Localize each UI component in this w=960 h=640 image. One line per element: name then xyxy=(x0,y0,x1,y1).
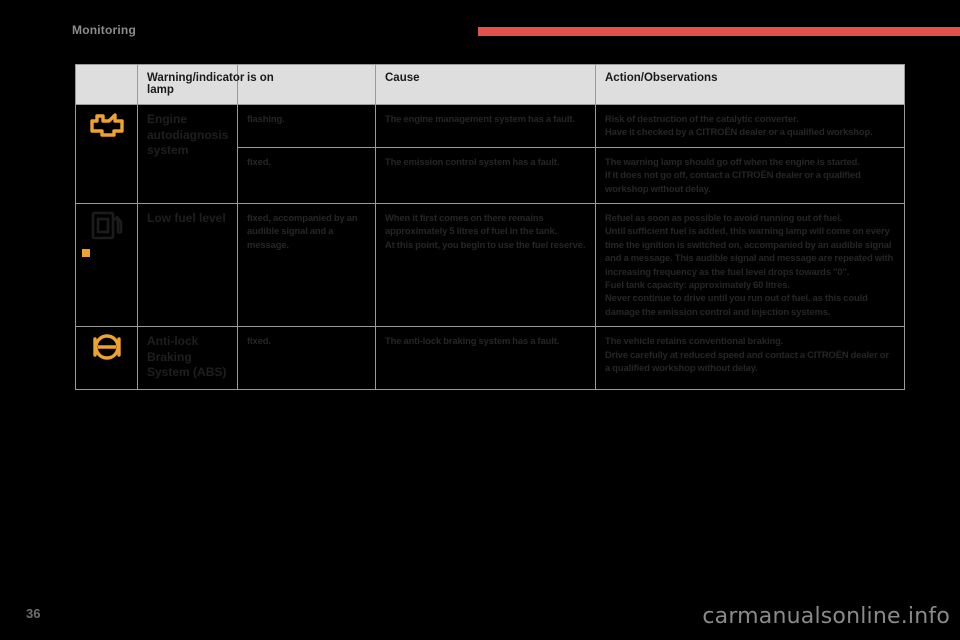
table-row: Engine autodiagnosis system flashing. Th… xyxy=(75,103,905,205)
is-on-text: fixed, accompanied by an audible signal … xyxy=(247,212,358,250)
action-text: Refuel as soon as possible to avoid runn… xyxy=(605,212,894,317)
is-on-text: flashing. xyxy=(247,113,285,124)
site-watermark: carmanualsonline.info xyxy=(702,604,950,629)
page-header: Monitoring xyxy=(0,0,960,56)
engine-check-icon xyxy=(89,112,124,142)
page-number: 36 xyxy=(26,606,41,621)
column-header-is-on: is on xyxy=(237,64,376,105)
action-cell: The vehicle retains conventional braking… xyxy=(595,326,905,390)
table-row: Anti-lock Braking System (ABS) fixed. Th… xyxy=(75,326,905,390)
section-title: Monitoring xyxy=(72,23,136,37)
lamp-name-cell: Low fuel level xyxy=(137,203,238,328)
abs-icon xyxy=(90,334,124,364)
header-accent-rule xyxy=(478,27,960,36)
cause-text: When it first comes on there remains app… xyxy=(385,212,586,250)
column-header-cause: Cause xyxy=(375,64,596,105)
cause-text: The anti-lock braking system has a fault… xyxy=(385,335,560,347)
is-on-cell: flashing. xyxy=(237,104,376,148)
cause-cell: The anti-lock braking system has a fault… xyxy=(375,326,596,390)
cause-text: The emission control system has a fault. xyxy=(385,155,560,167)
fuel-pump-icon xyxy=(81,211,124,258)
lamp-name-cell: Engine autodiagnosis system xyxy=(137,103,238,205)
table-header-row: Warning/indicator lamp is on Cause Actio… xyxy=(75,64,905,105)
is-on-text: fixed. xyxy=(247,155,271,167)
is-on-text: fixed. xyxy=(247,335,271,347)
column-header-symbol xyxy=(75,64,138,105)
is-on-cell: fixed, accompanied by an audible signal … xyxy=(237,203,376,328)
is-on-cell: fixed. xyxy=(237,326,376,390)
warning-lamp-table: Warning/indicator lamp is on Cause Actio… xyxy=(75,64,905,390)
lamp-symbol-cell xyxy=(75,103,138,205)
is-on-cell: fixed. xyxy=(237,146,376,205)
lamp-symbol-cell xyxy=(75,203,138,328)
cause-cell: The emission control system has a fault. xyxy=(375,146,596,205)
cause-cell: The engine management system has a fault… xyxy=(375,104,596,148)
cause-cell: When it first comes on there remains app… xyxy=(375,203,596,328)
action-text: The warning lamp should go off when the … xyxy=(605,155,861,194)
column-header-lamp: Warning/indicator lamp xyxy=(137,64,244,105)
table-row: Low fuel level fixed, accompanied by an … xyxy=(75,203,905,328)
action-text: The vehicle retains conventional braking… xyxy=(605,335,889,374)
lamp-symbol-cell xyxy=(75,326,138,390)
action-text: Risk of destruction of the catalytic con… xyxy=(605,113,873,138)
action-cell: Risk of destruction of the catalytic con… xyxy=(595,104,905,148)
cause-text: The engine management system has a fault… xyxy=(385,113,575,124)
fuel-warning-dot xyxy=(81,249,90,258)
action-cell: Refuel as soon as possible to avoid runn… xyxy=(595,203,905,328)
column-header-action: Action/Observations xyxy=(595,64,905,105)
action-cell: The warning lamp should go off when the … xyxy=(595,146,905,205)
lamp-name-cell: Anti-lock Braking System (ABS) xyxy=(137,326,238,390)
